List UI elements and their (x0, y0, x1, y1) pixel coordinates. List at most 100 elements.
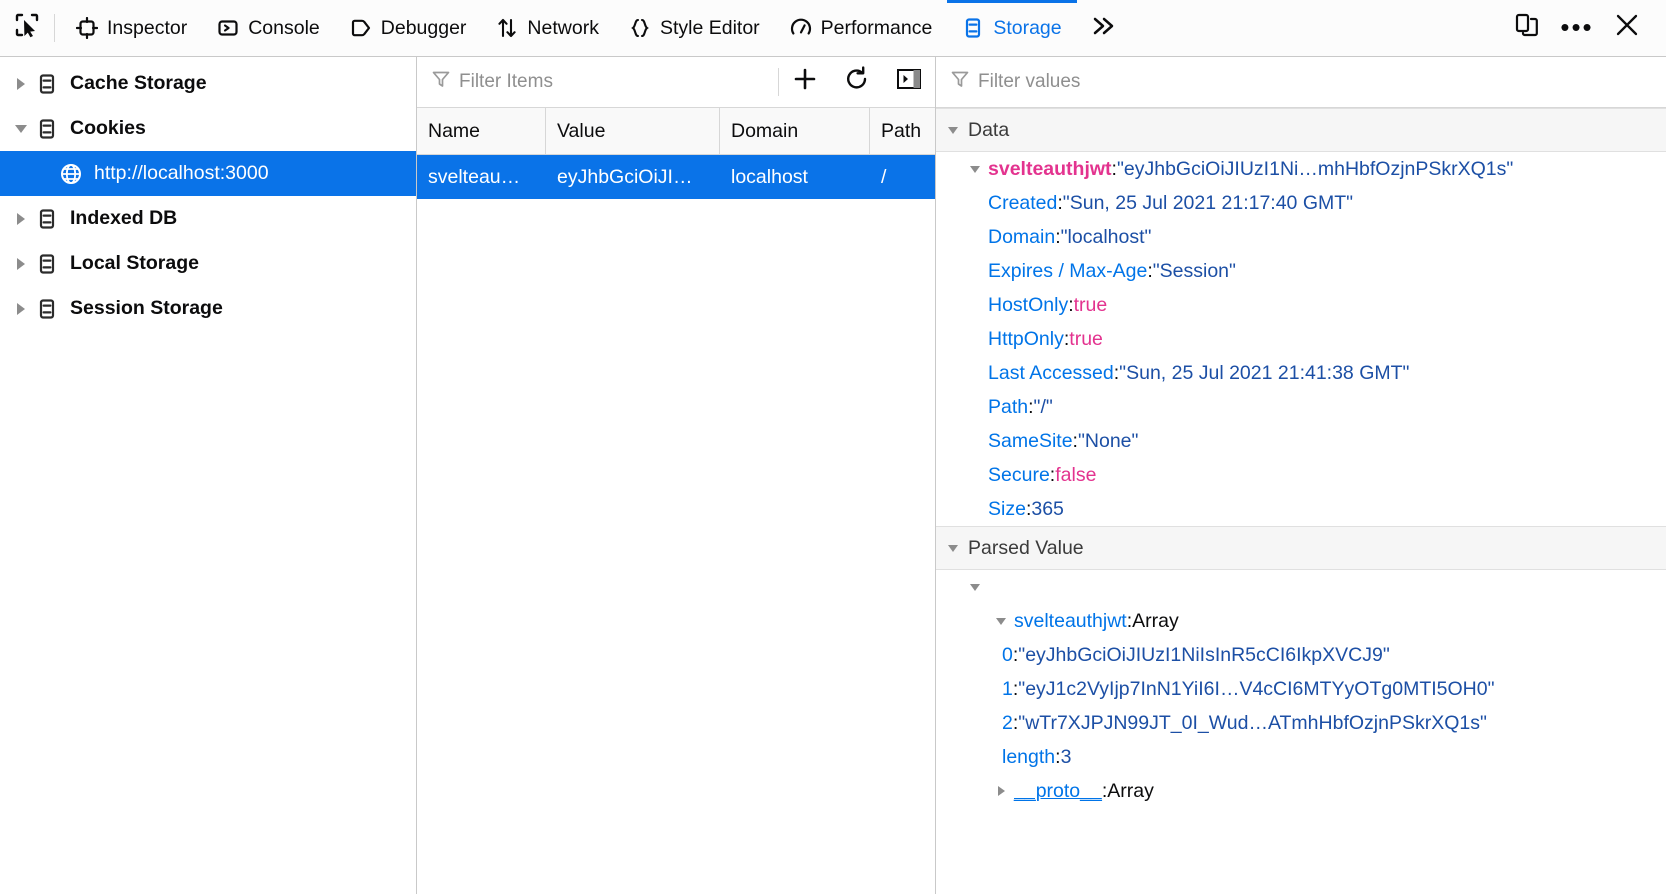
prop-row-created: Created : "Sun, 25 Jul 2021 21:17:40 GMT… (936, 186, 1666, 220)
sidebar-item-localhost-3000[interactable]: http://localhost:3000 (0, 151, 416, 196)
twisty-expanded-icon[interactable] (988, 618, 1014, 625)
data-property-list: svelteauthjwt : "eyJhbGciOiJIUzI1Ni…mhHb… (936, 152, 1666, 526)
filter-values-input[interactable]: Filter values (936, 57, 1666, 108)
twisty-collapsed-icon[interactable] (10, 303, 32, 315)
filter-icon (431, 69, 451, 95)
prop-key: Secure (988, 464, 1050, 487)
tab-network[interactable]: Network (481, 0, 614, 56)
prop-value: "eyJhbGciOiJIUzI1Ni…mhHbfOzjnPSkrXQ1s" (1117, 158, 1513, 181)
sidebar-item-indexed-db[interactable]: Indexed DB (0, 196, 416, 241)
storage-type-icon (32, 73, 62, 95)
sidebar-item-label: Cookies (70, 117, 146, 140)
prop-value: "None" (1078, 430, 1138, 453)
toolbar-overflow-button[interactable] (1077, 0, 1131, 56)
prop-value: true (1069, 328, 1103, 351)
prop-value: Array (1107, 780, 1154, 803)
tab-storage[interactable]: Storage (947, 0, 1076, 56)
cell-name: svelteau… (417, 155, 546, 199)
prop-row-parsed-svelteauthjwt[interactable]: svelteauthjwt : Array (936, 604, 1666, 638)
prop-row-hostonly: HostOnly : true (936, 288, 1666, 322)
twisty-expanded-icon[interactable] (962, 166, 988, 173)
twisty-collapsed-icon[interactable] (10, 258, 32, 270)
prop-row-expires-max-age: Expires / Max-Age : "Session" (936, 254, 1666, 288)
twisty-expanded-icon[interactable] (962, 584, 988, 591)
prop-value: "eyJhbGciOiJIUzI1NiIsInR5cCI6IkpXVCJ9" (1018, 644, 1389, 667)
table-row[interactable]: svelteau… eyJhbGciOiJI… localhost / (417, 155, 935, 199)
storage-type-icon (32, 298, 62, 320)
tab-inspector[interactable]: Inspector (61, 0, 202, 56)
sidebar-item-session-storage[interactable]: Session Storage (0, 286, 416, 331)
prop-row-proto[interactable]: __proto__ : Array (936, 774, 1666, 808)
sidebar-item-label: Indexed DB (70, 207, 177, 230)
prop-key: 2 (1002, 712, 1013, 735)
element-picker-icon (14, 12, 40, 44)
toolbar-controls: ••• (1502, 0, 1666, 56)
prop-value: "Session" (1153, 260, 1236, 283)
prop-value: "/" (1034, 396, 1053, 419)
refresh-icon (844, 66, 870, 98)
section-title: Data (968, 119, 1009, 142)
section-title: Parsed Value (968, 537, 1084, 560)
filter-items-input[interactable]: Filter Items (417, 69, 778, 95)
twisty-expanded-icon (948, 545, 958, 552)
items-table-header: Name Value Domain Path (417, 108, 935, 155)
filter-values-placeholder: Filter values (978, 71, 1080, 93)
column-header-value[interactable]: Value (546, 108, 720, 154)
twisty-collapsed-icon[interactable] (10, 78, 32, 90)
more-options-icon: ••• (1560, 20, 1593, 36)
responsive-design-mode-icon (1514, 12, 1540, 44)
tab-console[interactable]: Console (202, 0, 335, 56)
prop-row-array-2: 2 : "wTr7XJPJN99JT_0I_Wud…ATmhHbfOzjnPSk… (936, 706, 1666, 740)
prop-key: svelteauthjwt (1014, 610, 1127, 633)
storage-type-icon (32, 118, 62, 140)
tab-performance[interactable]: Performance (775, 0, 948, 56)
sidebar-item-label: Local Storage (70, 252, 199, 275)
element-picker-button[interactable] (0, 0, 54, 56)
items-panel: Filter Items (417, 57, 936, 894)
prop-row-svelteauthjwt[interactable]: svelteauthjwt : "eyJhbGciOiJIUzI1Ni…mhHb… (936, 152, 1666, 186)
prop-row-secure: Secure : false (936, 458, 1666, 492)
sidebar-item-cache-storage[interactable]: Cache Storage (0, 61, 416, 106)
prop-value: "eyJ1c2VyIjp7InN1YiI6I…V4cCI6MTYyOTg0MTI… (1018, 678, 1494, 701)
sidebar-item-local-storage[interactable]: Local Storage (0, 241, 416, 286)
storage-tree-sidebar: Cache Storage Cookies (0, 57, 417, 894)
sidebar-item-cookies[interactable]: Cookies (0, 106, 416, 151)
add-item-button[interactable] (779, 57, 831, 107)
prop-key: Last Accessed (988, 362, 1114, 385)
devtools-toolbar: Inspector Console Debugger (0, 0, 1666, 57)
values-sidebar: Filter values Data svelteauthjwt : "eyJh… (936, 57, 1666, 894)
prop-row-array-0: 0 : "eyJhbGciOiJIUzI1NiIsInR5cCI6IkpXVCJ… (936, 638, 1666, 672)
prop-key: 0 (1002, 644, 1013, 667)
responsive-design-mode-button[interactable] (1502, 0, 1552, 56)
console-icon (217, 17, 239, 39)
prop-row-size: Size : 365 (936, 492, 1666, 526)
tab-debugger[interactable]: Debugger (335, 0, 482, 56)
style-editor-icon (629, 17, 651, 39)
tab-network-label: Network (527, 17, 599, 40)
cell-value: eyJhbGciOiJI… (546, 155, 720, 199)
sidebar-item-label: Session Storage (70, 297, 223, 320)
prop-key: Expires / Max-Age (988, 260, 1147, 283)
section-header-parsed-value[interactable]: Parsed Value (936, 526, 1666, 570)
prop-row-parsed-root[interactable] (936, 570, 1666, 604)
storage-panels: Cache Storage Cookies (0, 57, 1666, 894)
sidebar-item-label: Cache Storage (70, 72, 207, 95)
column-header-path[interactable]: Path (870, 108, 935, 154)
tab-performance-label: Performance (821, 17, 933, 40)
twisty-collapsed-icon[interactable] (10, 213, 32, 225)
prop-key[interactable]: __proto__ (1014, 780, 1102, 803)
column-header-domain[interactable]: Domain (720, 108, 870, 154)
twisty-expanded-icon[interactable] (10, 125, 32, 133)
refresh-button[interactable] (831, 57, 883, 107)
prop-row-samesite: SameSite : "None" (936, 424, 1666, 458)
prop-value: false (1055, 464, 1096, 487)
more-options-button[interactable]: ••• (1552, 0, 1602, 56)
column-header-name[interactable]: Name (417, 108, 546, 154)
section-header-data[interactable]: Data (936, 108, 1666, 152)
twisty-collapsed-icon[interactable] (988, 786, 1014, 796)
performance-icon (790, 17, 812, 39)
close-devtools-button[interactable] (1602, 0, 1652, 56)
tab-style-editor[interactable]: Style Editor (614, 0, 775, 56)
toggle-sidebar-button[interactable] (883, 57, 935, 107)
prop-row-domain: Domain : "localhost" (936, 220, 1666, 254)
